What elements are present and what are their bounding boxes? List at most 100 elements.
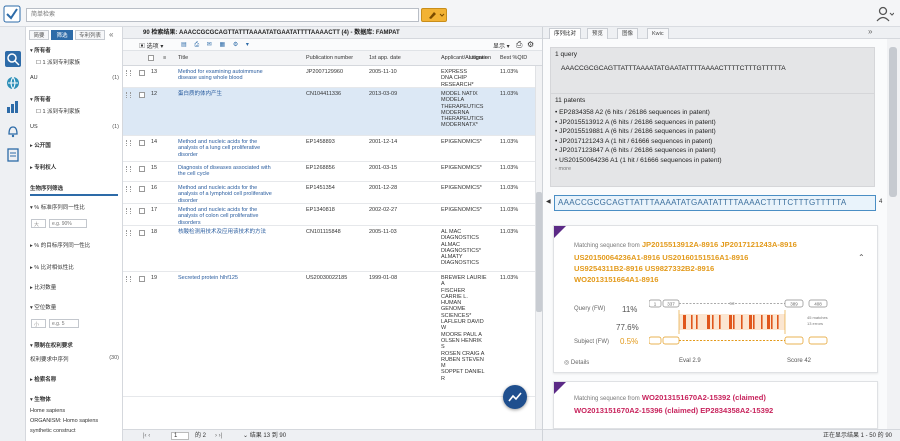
col-best[interactable]: Best %QID: [500, 55, 527, 61]
row-pubnum[interactable]: JP2007129960: [306, 69, 343, 75]
row-pubnum[interactable]: CN101115848: [306, 229, 341, 235]
table-row[interactable]: 14 Method and nucleic acids for the analy…: [123, 136, 535, 162]
table-row[interactable]: 17 Method and nucleic acids for the analy…: [123, 204, 535, 226]
table-row[interactable]: 16 Method and nucleic acids for the analy…: [123, 182, 535, 204]
pager-next-icon[interactable]: › ›|: [215, 430, 222, 441]
row-checkbox[interactable]: [139, 186, 145, 192]
owner-au[interactable]: AU: [30, 75, 38, 81]
gap-count-label[interactable]: ▾ 空位数量: [30, 303, 56, 311]
gap-operator[interactable]: 小: [31, 319, 46, 328]
row-drag-handle[interactable]: [126, 276, 131, 282]
section-owner-2[interactable]: ▾ 所有者: [30, 95, 51, 103]
sequence-bar[interactable]: AAACCGCGCAGTTATTTAAAATATGAATATTTTAAAACTT…: [554, 195, 876, 211]
search-button[interactable]: [421, 8, 447, 22]
patent-list-item[interactable]: • JP2017121243 A (1 hit / 61666 sequence…: [555, 137, 870, 147]
row-title-link[interactable]: Diagnosis of diseases associated with th…: [178, 165, 303, 178]
organism-item-2[interactable]: ORGANISM: Homo sapiens: [30, 418, 98, 424]
table-row[interactable]: 18 核酸检测用技术及应用该技术的方法 CN101115848 2005-11-03 A…: [123, 226, 535, 272]
match-card-1[interactable]: Matching sequence from JP2015513912A-891…: [553, 225, 878, 373]
claim-item[interactable]: 权利要求中序列: [30, 355, 69, 363]
row-title-link[interactable]: Method and nucleic acids for the analysi…: [178, 207, 303, 226]
row-title-link[interactable]: Method and nucleic acids for the analysi…: [178, 185, 303, 204]
row-drag-handle[interactable]: [126, 186, 131, 192]
right-scroll-thumb[interactable]: [889, 47, 897, 197]
analytics-fab-button[interactable]: [503, 385, 527, 409]
section-pub-country[interactable]: ▸ 公开国: [30, 141, 51, 149]
globe-icon[interactable]: [5, 75, 21, 91]
db-title[interactable]: ▸ 检索名称: [30, 375, 56, 383]
select-all-checkbox[interactable]: [148, 55, 154, 61]
patent-list-item[interactable]: • JP2017123847 A (6 hits / 26186 sequenc…: [555, 146, 870, 156]
row-pubnum[interactable]: CN104411336: [306, 91, 341, 97]
table-row[interactable]: 15 Diagnosis of diseases associated with …: [123, 162, 535, 182]
col-litigation[interactable]: Litigation: [469, 55, 499, 61]
row-drag-handle[interactable]: [126, 92, 131, 98]
tab-filter[interactable]: 筛选: [51, 30, 73, 40]
match-card-2[interactable]: Matching sequence from WO2013151670A2-15…: [553, 381, 878, 429]
col-pubnum[interactable]: Publication number: [306, 55, 353, 61]
row-title-link[interactable]: 蛋白质的体内产生: [178, 91, 303, 97]
pct-sim-label[interactable]: ▸ % 的目标序列同一性比: [30, 241, 90, 249]
row-title-link[interactable]: Method and nucleic acids for the analysi…: [178, 139, 303, 158]
row-title-link[interactable]: Secreted protein hlhf125: [178, 275, 303, 281]
section-assignee[interactable]: ▸ 专利权人: [30, 163, 56, 171]
tab-kwic[interactable]: Kwic: [647, 28, 669, 39]
row-drag-handle[interactable]: [126, 166, 131, 172]
details-toggle[interactable]: ◎ Details: [564, 359, 589, 366]
print-icon[interactable]: ⎙: [516, 40, 522, 50]
row-title-link[interactable]: Method for examining autoimmune disease …: [178, 69, 303, 82]
patent-list-item[interactable]: • JP2015519881 A (6 hits / 26186 sequenc…: [555, 127, 870, 137]
tab-preview[interactable]: 预览: [587, 28, 609, 39]
pager-first-icon[interactable]: |‹ ‹: [143, 430, 150, 441]
search-input[interactable]: [26, 8, 419, 22]
toolbar-icons[interactable]: ▤ ⎙ ✉ ▦ ⚙ ▾: [181, 41, 252, 49]
owner-us[interactable]: US: [30, 124, 38, 130]
organism-title[interactable]: ▾ 生物体: [30, 395, 51, 403]
table-row[interactable]: 12 蛋白质的体内产生 CN104411336 2013-03-09 MODEL NAT…: [123, 88, 535, 136]
row-drag-handle[interactable]: [126, 140, 131, 146]
row-drag-handle[interactable]: [126, 230, 131, 236]
display-button[interactable]: 显示 ▾: [493, 41, 510, 50]
collapse-left-icon[interactable]: «: [109, 30, 113, 39]
row-pubnum[interactable]: US20030022185: [306, 275, 347, 281]
gap-input[interactable]: [49, 319, 79, 328]
pager-page-input[interactable]: 1: [171, 432, 189, 440]
table-row[interactable]: 13 Method for examining autoimmune diseas…: [123, 66, 535, 88]
row-checkbox[interactable]: [139, 276, 145, 282]
bell-icon[interactable]: [5, 123, 21, 139]
user-icon[interactable]: [876, 6, 894, 22]
row-checkbox[interactable]: [139, 166, 145, 172]
collapse-right-icon[interactable]: »: [868, 27, 872, 36]
organism-item-3[interactable]: synthetic construct: [30, 428, 76, 434]
row-checkbox[interactable]: [139, 70, 145, 76]
owner-family-item[interactable]: ☐ 1 派到专利家族: [36, 58, 80, 66]
row-checkbox[interactable]: [139, 230, 145, 236]
pct-id-label[interactable]: ▾ % 标准序列同一性比: [30, 203, 85, 211]
patent-list-item[interactable]: • US20150064236 A1 (1 hit / 61666 sequen…: [555, 156, 870, 166]
owner-family-item-2[interactable]: ☐ 1 派到专利家族: [36, 107, 80, 115]
row-drag-handle[interactable]: [126, 70, 131, 76]
row-pubnum[interactable]: EP1268856: [306, 165, 335, 171]
seq-left-arrow-icon[interactable]: ◀: [546, 198, 551, 205]
align-count-label[interactable]: ▸ 比对数量: [30, 283, 56, 291]
tab-patent-list[interactable]: 专利列表: [75, 30, 105, 40]
col-date[interactable]: 1st app. date: [369, 55, 401, 61]
settings-icon[interactable]: ⚙: [527, 40, 534, 49]
pct-id-operator[interactable]: 大: [31, 219, 46, 228]
row-drag-handle[interactable]: [126, 208, 131, 214]
tab-images[interactable]: 图像: [617, 28, 639, 39]
pct-id-input[interactable]: [49, 219, 87, 228]
tab-summary[interactable]: 简要: [29, 30, 49, 40]
patent-list-item[interactable]: • EP2834358 A2 (6 hits / 26186 sequences…: [555, 108, 870, 118]
organism-item-1[interactable]: Home sapiens: [30, 408, 65, 414]
patent-list-item[interactable]: • JP2015513912 A (6 hits / 26186 sequenc…: [555, 118, 870, 128]
row-pubnum[interactable]: EP1340818: [306, 207, 335, 213]
tab-alignment[interactable]: 序列比对: [549, 28, 582, 39]
col-title[interactable]: Title: [178, 55, 188, 61]
more-link[interactable]: ◦ more: [555, 166, 870, 172]
claim-title[interactable]: ▾ 限制在权利要求: [30, 341, 73, 349]
section-owner-1[interactable]: ▾ 所有者: [30, 46, 51, 54]
card1-collapse-icon[interactable]: ⌃: [858, 253, 865, 262]
table-row[interactable]: 19 Secreted protein hlhf125 US20030022185 1…: [123, 272, 535, 397]
pct-match-label[interactable]: ▸ % 比对相似性比: [30, 263, 74, 271]
